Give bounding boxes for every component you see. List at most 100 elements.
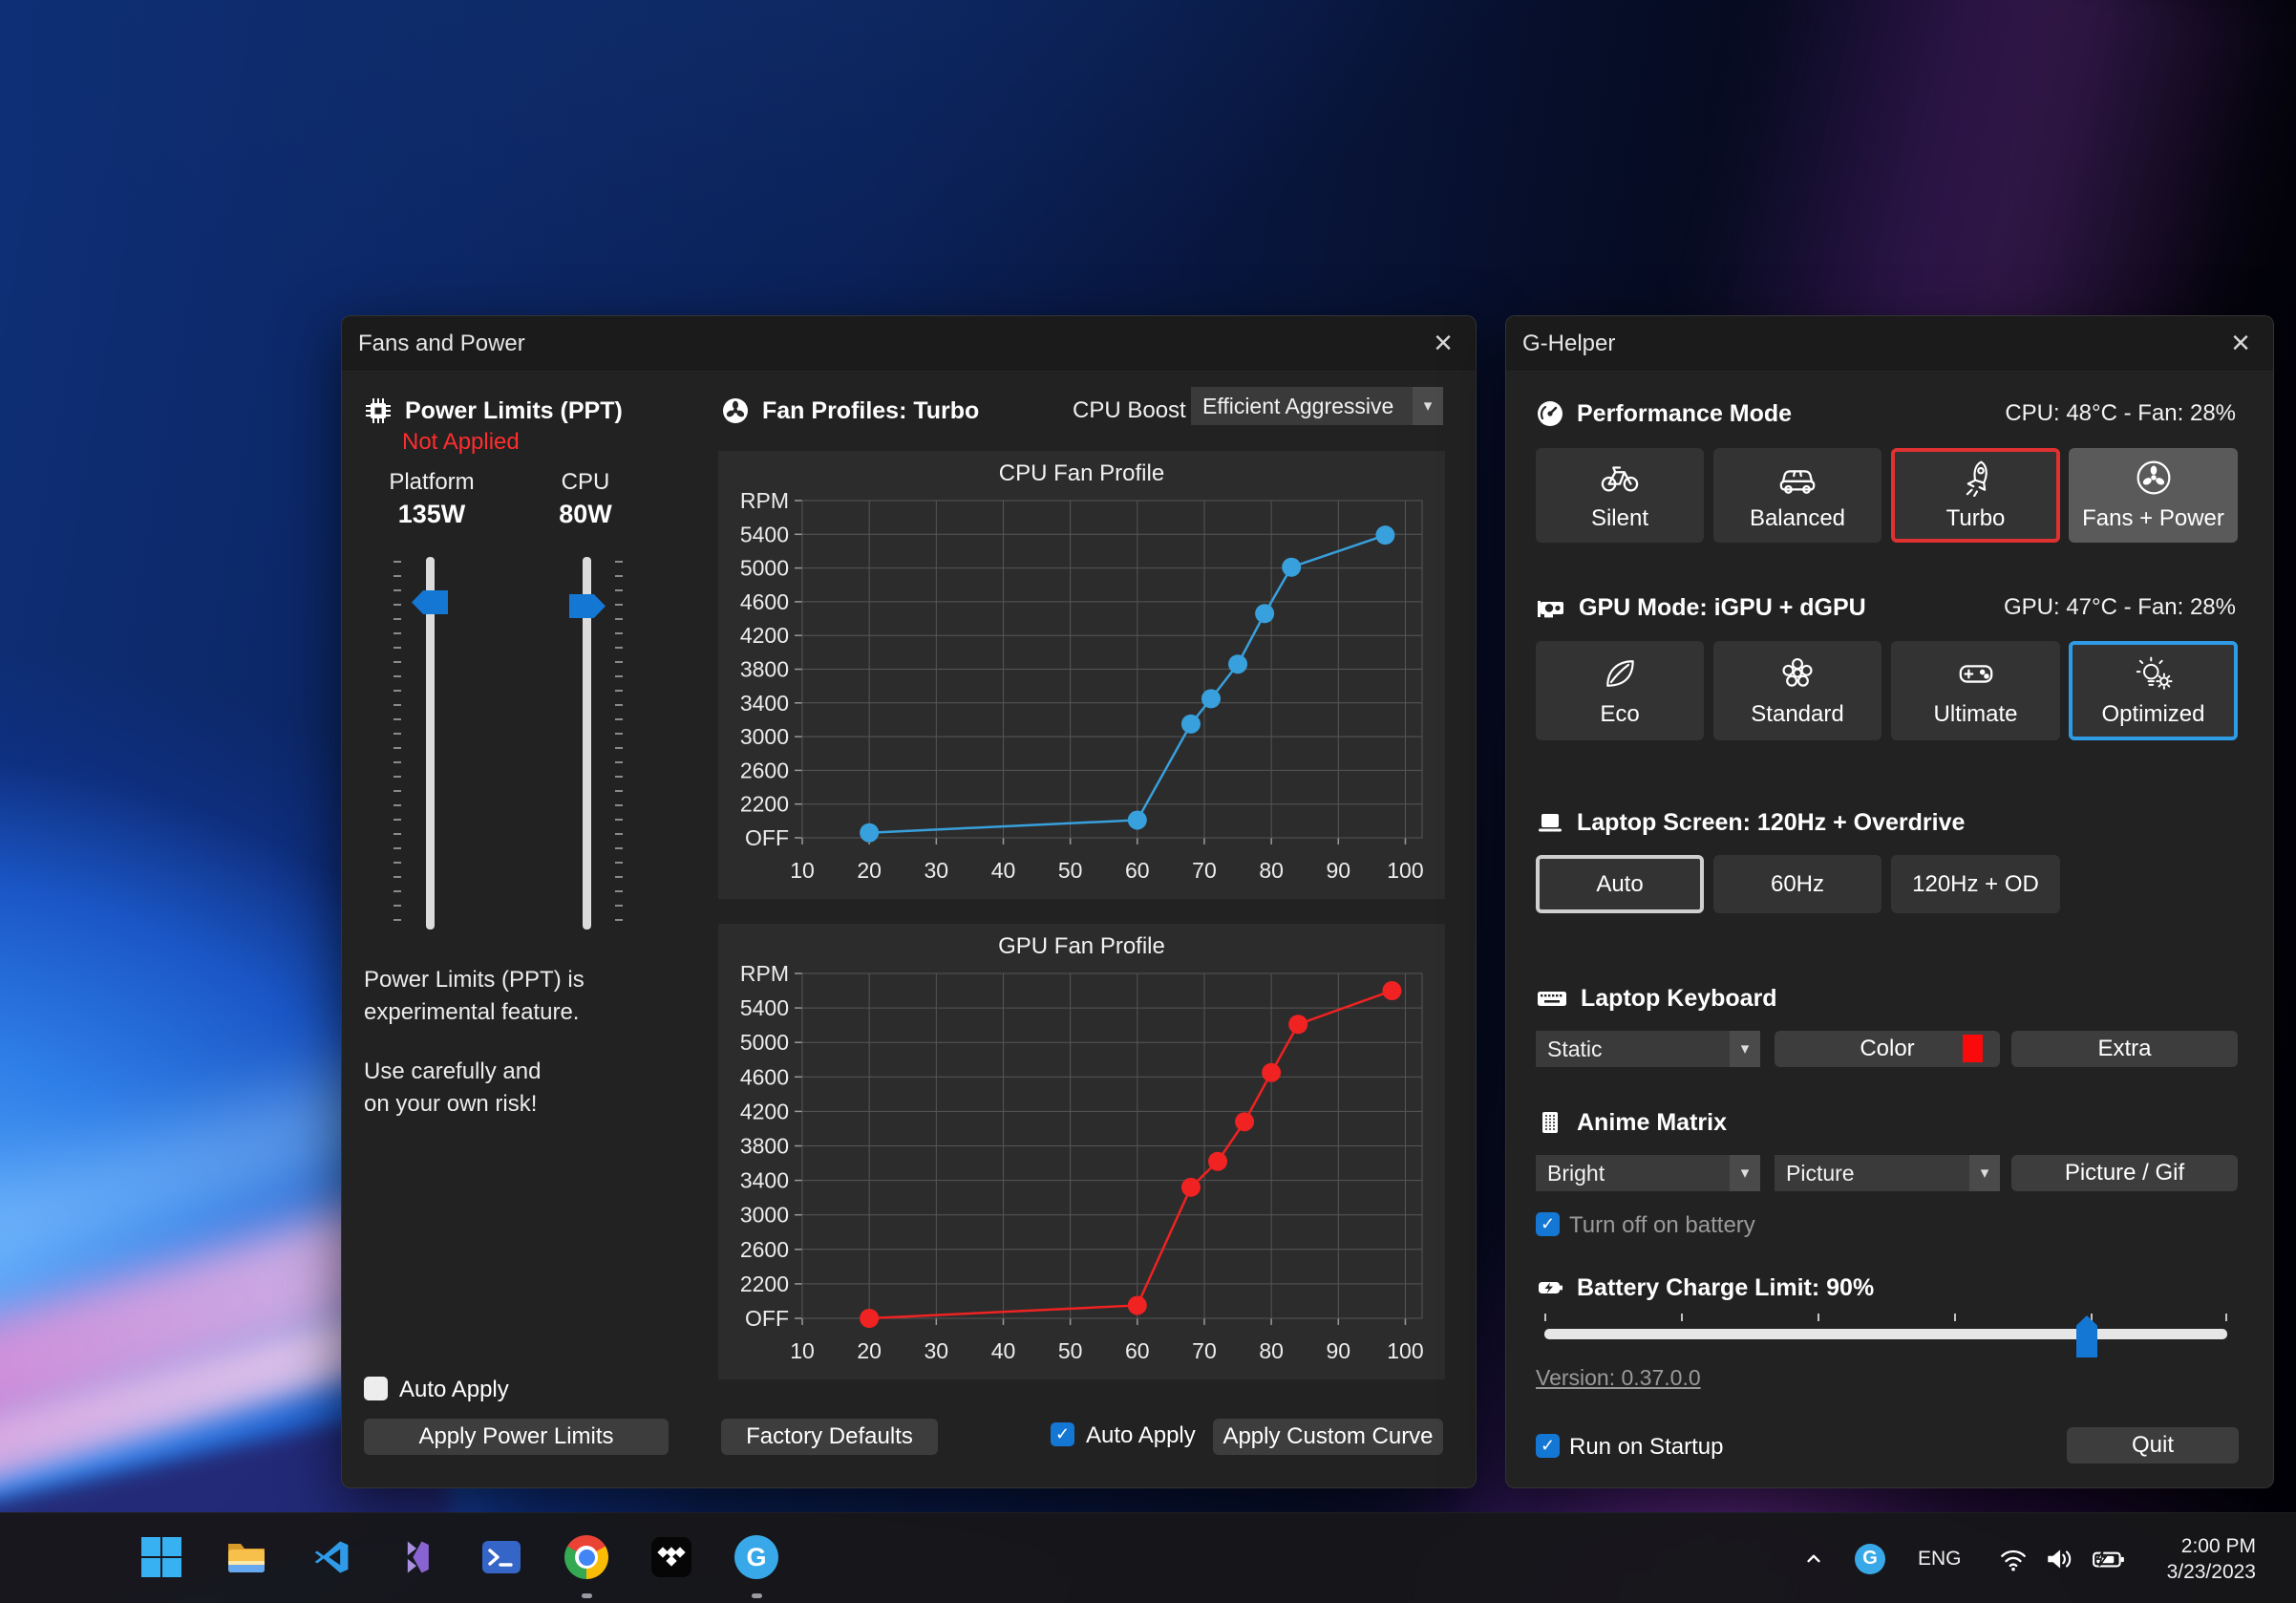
anime-battery-checkbox[interactable]: ✓ bbox=[1536, 1212, 1560, 1236]
tray-wifi[interactable] bbox=[1998, 1513, 2029, 1603]
svg-text:4600: 4600 bbox=[740, 1064, 789, 1089]
svg-text:10: 10 bbox=[790, 858, 815, 883]
close-icon[interactable]: × bbox=[1420, 322, 1466, 366]
battery-limit-header: Battery Charge Limit: 90% bbox=[1536, 1271, 1874, 1305]
flower-icon bbox=[1777, 654, 1818, 693]
apply-power-limits-button[interactable]: Apply Power Limits bbox=[364, 1419, 669, 1455]
power-limits-title: Power Limits (PPT) bbox=[405, 397, 623, 425]
taskbar-file-explorer[interactable] bbox=[220, 1530, 273, 1584]
svg-text:70: 70 bbox=[1192, 858, 1217, 883]
slider-thumb[interactable] bbox=[569, 594, 606, 618]
desktop: Fans and Power × Power Limits (PPT) Not … bbox=[0, 0, 2296, 1603]
auto-apply-power-label: Auto Apply bbox=[399, 1377, 509, 1403]
perf-button-turbo[interactable]: Turbo bbox=[1891, 448, 2060, 543]
cpu-power-slider[interactable] bbox=[548, 557, 625, 930]
svg-text:100: 100 bbox=[1387, 1338, 1423, 1363]
close-icon[interactable]: × bbox=[2218, 322, 2264, 366]
cpu-fan-chart-panel: CPU Fan Profile102030405060708090100OFF2… bbox=[718, 451, 1445, 899]
screen-button-120hz-od[interactable]: 120Hz + OD bbox=[1891, 855, 2060, 913]
gpu-button-label: Optimized bbox=[2101, 701, 2204, 728]
chevron-up-icon bbox=[1801, 1547, 1826, 1571]
keyboard-color-button[interactable]: Color bbox=[1775, 1031, 2000, 1067]
factory-defaults-button[interactable]: Factory Defaults bbox=[721, 1419, 938, 1455]
screen-button-auto[interactable]: Auto bbox=[1536, 855, 1704, 913]
svg-text:3000: 3000 bbox=[740, 1203, 789, 1228]
svg-text:CPU Fan Profile: CPU Fan Profile bbox=[999, 460, 1164, 486]
taskbar-terminal[interactable] bbox=[475, 1530, 528, 1584]
wifi-icon bbox=[1998, 1544, 2029, 1574]
taskbar-tidal[interactable] bbox=[645, 1530, 698, 1584]
svg-text:RPM: RPM bbox=[740, 488, 789, 513]
gpu-button-standard[interactable]: Standard bbox=[1713, 641, 1881, 740]
cpu-boost-select[interactable]: Efficient Aggressive ▾ bbox=[1191, 387, 1443, 425]
battery-charging-icon bbox=[2092, 1544, 2126, 1574]
battery-charge-slider[interactable] bbox=[1544, 1314, 2227, 1359]
bulb-gear-icon bbox=[2132, 654, 2176, 693]
slider-thumb[interactable] bbox=[412, 590, 448, 614]
keyboard-extra-button[interactable]: Extra bbox=[2011, 1031, 2238, 1067]
slider-tick bbox=[2225, 1314, 2227, 1321]
anime-mode-value: Picture bbox=[1775, 1161, 1969, 1186]
taskbar-ghelper[interactable]: G bbox=[730, 1530, 783, 1584]
tray-volume[interactable] bbox=[2044, 1513, 2074, 1603]
tray-ghelper[interactable]: G bbox=[1855, 1513, 1885, 1603]
fans-window-titlebar[interactable]: Fans and Power × bbox=[342, 316, 1476, 372]
slider-tick bbox=[1544, 1314, 1546, 1321]
version-link[interactable]: Version: 0.37.0.0 bbox=[1536, 1365, 1701, 1391]
clock-time: 2:00 PM bbox=[2167, 1533, 2256, 1559]
svg-text:2600: 2600 bbox=[740, 758, 789, 782]
svg-text:3400: 3400 bbox=[740, 1168, 789, 1193]
anime-mode-select[interactable]: Picture ▾ bbox=[1775, 1155, 2000, 1191]
chevron-down-icon[interactable]: ▾ bbox=[1969, 1155, 2000, 1191]
language-label: ENG bbox=[1918, 1548, 1962, 1571]
auto-apply-curve-checkbox[interactable]: ✓ bbox=[1051, 1422, 1074, 1446]
auto-apply-power-checkbox[interactable] bbox=[364, 1377, 388, 1400]
keyboard-mode-select[interactable]: Static ▾ bbox=[1536, 1031, 1760, 1067]
speaker-icon bbox=[2044, 1544, 2074, 1574]
gpu-button-ultimate[interactable]: Ultimate bbox=[1891, 641, 2060, 740]
perf-button-fans-power[interactable]: Fans + Power bbox=[2069, 448, 2238, 543]
ghelper-icon: G bbox=[1855, 1544, 1885, 1574]
apply-custom-curve-button[interactable]: Apply Custom Curve bbox=[1213, 1419, 1443, 1455]
chevron-down-icon[interactable]: ▾ bbox=[1730, 1031, 1760, 1067]
perf-button-silent[interactable]: Silent bbox=[1536, 448, 1704, 543]
gpu-button-optimized[interactable]: Optimized bbox=[2069, 641, 2238, 740]
anime-battery-label: Turn off on battery bbox=[1569, 1212, 1755, 1239]
running-indicator bbox=[752, 1593, 762, 1598]
power-limits-header: Power Limits (PPT) bbox=[364, 394, 623, 428]
tray-chevron-up[interactable] bbox=[1801, 1513, 1826, 1603]
quit-button[interactable]: Quit bbox=[2067, 1427, 2239, 1464]
folder-icon bbox=[223, 1534, 269, 1580]
svg-text:30: 30 bbox=[925, 1338, 949, 1363]
perf-button-balanced[interactable]: Balanced bbox=[1713, 448, 1881, 543]
taskbar-chrome[interactable] bbox=[560, 1530, 613, 1584]
tidal-icon bbox=[649, 1535, 693, 1579]
chrome-icon bbox=[564, 1535, 608, 1579]
gauge-icon bbox=[1536, 399, 1564, 428]
gpu-fan-chart-panel: GPU Fan Profile102030405060708090100OFF2… bbox=[718, 924, 1445, 1379]
taskbar-start-button[interactable] bbox=[135, 1530, 188, 1584]
chevron-down-icon[interactable]: ▾ bbox=[1413, 387, 1443, 425]
slider-track[interactable] bbox=[1544, 1329, 2227, 1339]
slider-ticks bbox=[393, 561, 401, 926]
platform-power-slider[interactable] bbox=[392, 557, 468, 930]
svg-text:60: 60 bbox=[1125, 858, 1150, 883]
tray-clock[interactable]: 2:00 PM 3/23/2023 bbox=[2167, 1513, 2256, 1603]
tray-language[interactable]: ENG bbox=[1918, 1513, 1962, 1603]
window-title: Fans and Power bbox=[358, 316, 525, 372]
chevron-down-icon[interactable]: ▾ bbox=[1730, 1155, 1760, 1191]
gpu-button-eco[interactable]: Eco bbox=[1536, 641, 1704, 740]
taskbar-vscode[interactable] bbox=[305, 1530, 358, 1584]
run-on-startup-checkbox[interactable]: ✓ bbox=[1536, 1434, 1560, 1458]
anime-matrix-title: Anime Matrix bbox=[1577, 1109, 1727, 1137]
tray-battery[interactable] bbox=[2092, 1513, 2126, 1603]
gpu-fan-curve-chart[interactable]: GPU Fan Profile102030405060708090100OFF2… bbox=[718, 924, 1445, 1379]
anime-picture-gif-button[interactable]: Picture / Gif bbox=[2011, 1155, 2238, 1191]
slider-thumb[interactable] bbox=[2076, 1315, 2097, 1357]
anime-brightness-select[interactable]: Bright ▾ bbox=[1536, 1155, 1760, 1191]
screen-button-60hz[interactable]: 60Hz bbox=[1713, 855, 1881, 913]
ghelper-titlebar[interactable]: G-Helper × bbox=[1506, 316, 2273, 372]
taskbar-visual-studio[interactable] bbox=[390, 1530, 443, 1584]
gpu-button-label: Eco bbox=[1600, 701, 1639, 728]
cpu-fan-curve-chart[interactable]: CPU Fan Profile102030405060708090100OFF2… bbox=[718, 451, 1445, 899]
